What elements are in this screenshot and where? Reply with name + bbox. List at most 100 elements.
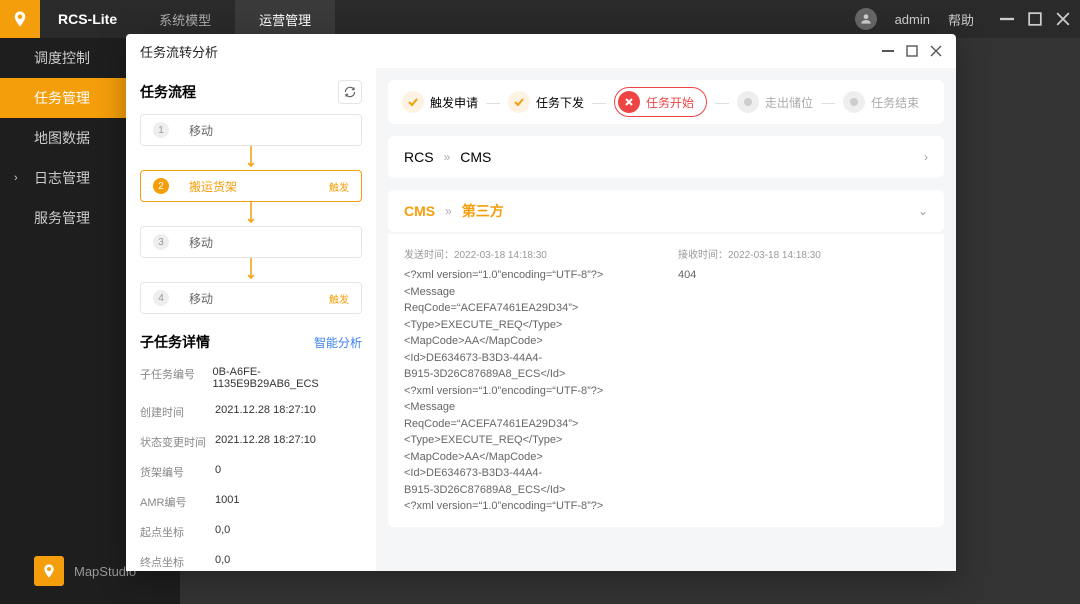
- detail-panel: 触发申请 — 任务下发 — 任务开始 — 走出储位 — 任务结束 RCS » C…: [376, 68, 956, 571]
- stage-start[interactable]: 任务开始: [614, 87, 707, 117]
- kv-label: 状态变更时间: [140, 434, 215, 450]
- task-flow-modal: 任务流转分析 任务流程 1移动 2搬运货架触发 3移动 4移动触发 子任务详情: [126, 34, 956, 571]
- topbar: RCS-Lite 系统模型 运营管理 admin 帮助: [0, 0, 1080, 38]
- stage-apply[interactable]: 触发申请: [402, 91, 478, 113]
- stage-out[interactable]: 走出储位: [737, 91, 813, 113]
- double-chevron-icon: »: [444, 150, 451, 164]
- route-dest: 第三方: [462, 201, 504, 221]
- step-number: 2: [153, 178, 169, 194]
- cross-icon: [623, 96, 635, 108]
- tab-system-model[interactable]: 系统模型: [135, 0, 235, 38]
- chevron-down-icon: ⌄: [918, 204, 928, 218]
- step-label: 移动: [189, 122, 213, 139]
- check-icon: [407, 96, 419, 108]
- step-tag: 触发: [329, 291, 349, 306]
- modal-header: 任务流转分析: [126, 34, 956, 68]
- step-number: 3: [153, 234, 169, 250]
- flow-step-1[interactable]: 1 移动: [140, 114, 362, 146]
- subtask-title: 子任务详情: [140, 332, 210, 352]
- flow-step-2[interactable]: 2 搬运货架 触发: [140, 170, 362, 202]
- stage-label: 任务下发: [536, 94, 584, 111]
- recv-body: 404: [678, 267, 928, 284]
- user-icon: [859, 12, 873, 26]
- window-close-icon[interactable]: [1056, 12, 1070, 26]
- kv-label: AMR编号: [140, 494, 215, 510]
- chevron-right-icon: ›: [14, 172, 18, 184]
- modal-minimize-icon[interactable]: [882, 45, 894, 57]
- stage-sep-icon: —: [821, 94, 835, 110]
- modal-maximize-icon[interactable]: [906, 45, 918, 57]
- check-icon: [513, 96, 525, 108]
- app-logo: [0, 0, 40, 38]
- mapstudio-icon: [34, 556, 64, 586]
- step-number: 1: [153, 122, 169, 138]
- sidebar-mapstudio[interactable]: MapStudio: [34, 556, 136, 586]
- pin-icon: [11, 10, 29, 28]
- route-rcs-cms[interactable]: RCS » CMS ›: [388, 136, 944, 178]
- kv-value: 1001: [215, 494, 239, 510]
- stage-dispatch[interactable]: 任务下发: [508, 91, 584, 113]
- recv-label: 接收时间：: [678, 250, 728, 261]
- recv-log: 接收时间：2022-03-18 14:18:30 404: [678, 246, 928, 515]
- route-cms-third[interactable]: CMS » 第三方 ⌄: [388, 190, 944, 232]
- stage-label: 任务结束: [871, 94, 919, 111]
- flow-panel: 任务流程 1移动 2搬运货架触发 3移动 4移动触发 子任务详情 智能分析 子任…: [126, 68, 376, 571]
- stage-label: 触发申请: [430, 94, 478, 111]
- smart-analysis-link[interactable]: 智能分析: [314, 334, 362, 351]
- kv-value: 0: [215, 464, 221, 480]
- flow-arrow-icon: [140, 202, 362, 226]
- kv-value: 0B-A6FE-1135E9B29AB6_ECS: [213, 366, 362, 390]
- kv-label: 创建时间: [140, 404, 215, 420]
- step-label: 移动: [189, 234, 213, 251]
- kv-label: 起点坐标: [140, 524, 215, 540]
- app-name: RCS-Lite: [40, 11, 135, 27]
- top-tabs: 系统模型 运营管理: [135, 0, 335, 38]
- circle-icon: [848, 96, 860, 108]
- refresh-button[interactable]: [338, 80, 362, 104]
- log-area: 发送时间：2022-03-18 14:18:30 <?xml version=“…: [388, 234, 944, 527]
- route-source: RCS: [404, 149, 434, 165]
- stage-sep-icon: —: [715, 94, 729, 110]
- flow-title: 任务流程: [140, 82, 196, 102]
- circle-icon: [742, 96, 754, 108]
- kv-value: 2021.12.28 18:27:10: [215, 434, 316, 450]
- step-label: 移动: [189, 290, 213, 307]
- step-number: 4: [153, 290, 169, 306]
- flow-step-3[interactable]: 3 移动: [140, 226, 362, 258]
- kv-value: 2021.12.28 18:27:10: [215, 404, 316, 420]
- step-tag: 触发: [329, 179, 349, 194]
- send-time: 2022-03-18 14:18:30: [454, 250, 547, 261]
- route-source: CMS: [404, 203, 435, 219]
- double-chevron-icon: »: [445, 204, 452, 218]
- send-body: <?xml version=“1.0”encoding=“UTF-8”?> <M…: [404, 267, 654, 515]
- send-label: 发送时间：: [404, 250, 454, 261]
- stage-sep-icon: —: [486, 94, 500, 110]
- route-dest: CMS: [460, 149, 491, 165]
- stage-label: 任务开始: [646, 94, 694, 111]
- window-minimize-icon[interactable]: [1000, 12, 1014, 26]
- stage-sep-icon: —: [592, 94, 606, 110]
- send-log: 发送时间：2022-03-18 14:18:30 <?xml version=“…: [404, 246, 654, 515]
- chevron-right-icon: ›: [924, 150, 928, 164]
- recv-time: 2022-03-18 14:18:30: [728, 250, 821, 261]
- modal-close-icon[interactable]: [930, 45, 942, 57]
- username[interactable]: admin: [895, 12, 930, 27]
- flow-step-4[interactable]: 4 移动 触发: [140, 282, 362, 314]
- flow-arrow-icon: [140, 258, 362, 282]
- kv-label: 子任务编号: [140, 366, 213, 390]
- kv-label: 货架编号: [140, 464, 215, 480]
- avatar[interactable]: [855, 8, 877, 30]
- help-link[interactable]: 帮助: [948, 10, 974, 29]
- modal-title: 任务流转分析: [140, 42, 218, 61]
- kv-value: 0,0: [215, 524, 230, 540]
- window-maximize-icon[interactable]: [1028, 12, 1042, 26]
- flow-arrow-icon: [140, 146, 362, 170]
- stage-bar: 触发申请 — 任务下发 — 任务开始 — 走出储位 — 任务结束: [388, 80, 944, 124]
- kv-label: 终点坐标: [140, 554, 215, 570]
- sidebar-item-label: 日志管理: [34, 168, 90, 188]
- tab-operations[interactable]: 运营管理: [235, 0, 335, 38]
- kv-value: 0,0: [215, 554, 230, 570]
- stage-end[interactable]: 任务结束: [843, 91, 919, 113]
- refresh-icon: [343, 85, 357, 99]
- step-label: 搬运货架: [189, 178, 237, 195]
